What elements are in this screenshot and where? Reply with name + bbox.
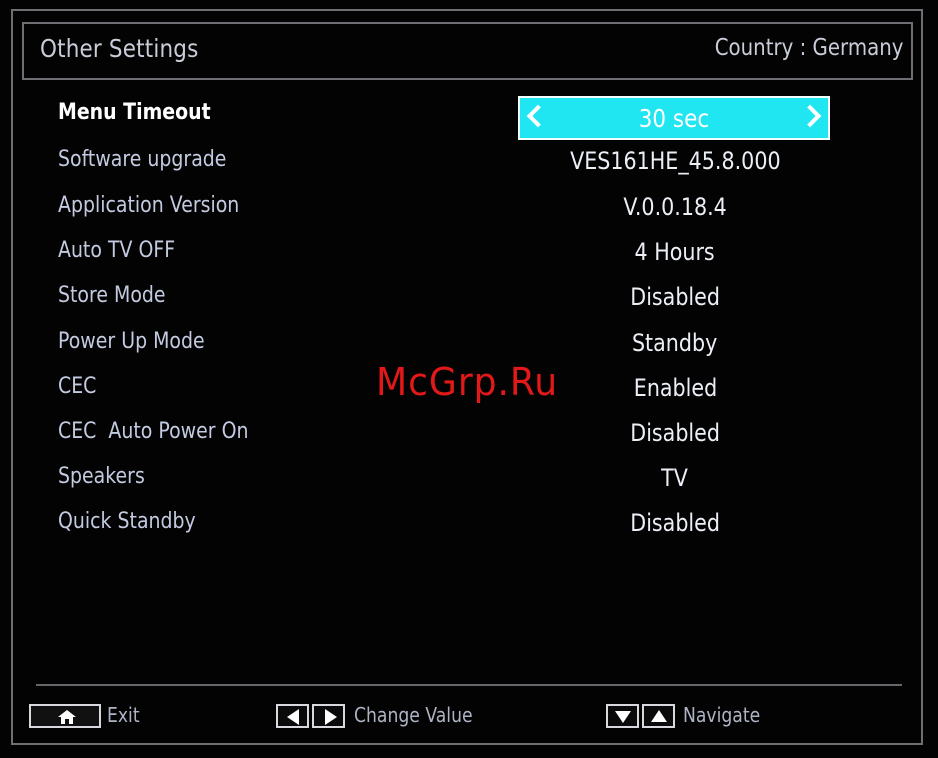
setting-value: Standby	[632, 329, 718, 357]
menu-timeout-selector[interactable]: 30 sec	[518, 96, 830, 140]
setting-label: Store Mode	[58, 283, 166, 308]
setting-label: CEC Auto Power On	[58, 419, 249, 444]
home-icon	[58, 710, 76, 724]
setting-row-auto-tv-off[interactable]: Auto TV OFF 4 Hours	[0, 230, 938, 276]
watermark: McGrp.Ru	[376, 360, 559, 404]
setting-label: Speakers	[58, 464, 145, 489]
arrow-left-icon	[287, 709, 299, 725]
left-key[interactable]	[276, 704, 309, 728]
setting-row-quick-standby[interactable]: Quick Standby Disabled	[0, 501, 938, 547]
setting-row-application-version[interactable]: Application Version V.0.0.18.4	[0, 185, 938, 231]
navigate-label: Navigate	[683, 703, 761, 727]
setting-label: Software upgrade	[58, 147, 227, 172]
setting-value: Disabled	[630, 509, 720, 537]
setting-label: Menu Timeout	[58, 100, 211, 125]
footer-change-value[interactable]: Change Value	[276, 702, 496, 730]
setting-row-cec-auto-power-on[interactable]: CEC Auto Power On Disabled	[0, 411, 938, 457]
up-key[interactable]	[642, 704, 675, 728]
arrow-up-icon	[651, 710, 667, 722]
arrow-right-icon	[325, 709, 337, 725]
footer-exit[interactable]: Exit	[29, 702, 149, 730]
setting-label: Auto TV OFF	[58, 238, 176, 263]
setting-value: VES161HE_45.8.000	[569, 147, 781, 175]
setting-row-speakers[interactable]: Speakers TV	[0, 456, 938, 502]
setting-label: Quick Standby	[58, 509, 196, 534]
menu-header: Other Settings Country : Germany	[22, 22, 913, 80]
page-title: Other Settings	[40, 34, 199, 63]
tv-menu-screen: Other Settings Country : Germany Menu Ti…	[0, 0, 938, 758]
setting-label: Application Version	[58, 193, 240, 218]
footer-navigate[interactable]: Navigate	[606, 702, 796, 730]
country-indicator: Country : Germany	[714, 35, 903, 61]
setting-value: TV	[661, 464, 689, 492]
exit-label: Exit	[107, 703, 140, 727]
setting-value: Disabled	[630, 283, 720, 311]
setting-value: Disabled	[630, 419, 720, 447]
setting-row-software-upgrade[interactable]: Software upgrade VES161HE_45.8.000	[0, 139, 938, 185]
setting-row-store-mode[interactable]: Store Mode Disabled	[0, 275, 938, 321]
setting-value: 4 Hours	[634, 238, 716, 266]
footer-divider	[36, 684, 902, 686]
setting-label: CEC	[58, 374, 97, 399]
setting-row-menu-timeout[interactable]: Menu Timeout 30 sec	[0, 92, 938, 140]
setting-label: Power Up Mode	[58, 329, 205, 354]
setting-value: 30 sec	[638, 104, 710, 133]
change-value-label: Change Value	[354, 703, 473, 727]
setting-value: Enabled	[633, 374, 717, 402]
arrow-down-icon	[615, 711, 631, 723]
home-key[interactable]	[29, 704, 101, 728]
right-key[interactable]	[312, 704, 345, 728]
down-key[interactable]	[606, 704, 639, 728]
setting-value: V.0.0.18.4	[623, 193, 727, 221]
